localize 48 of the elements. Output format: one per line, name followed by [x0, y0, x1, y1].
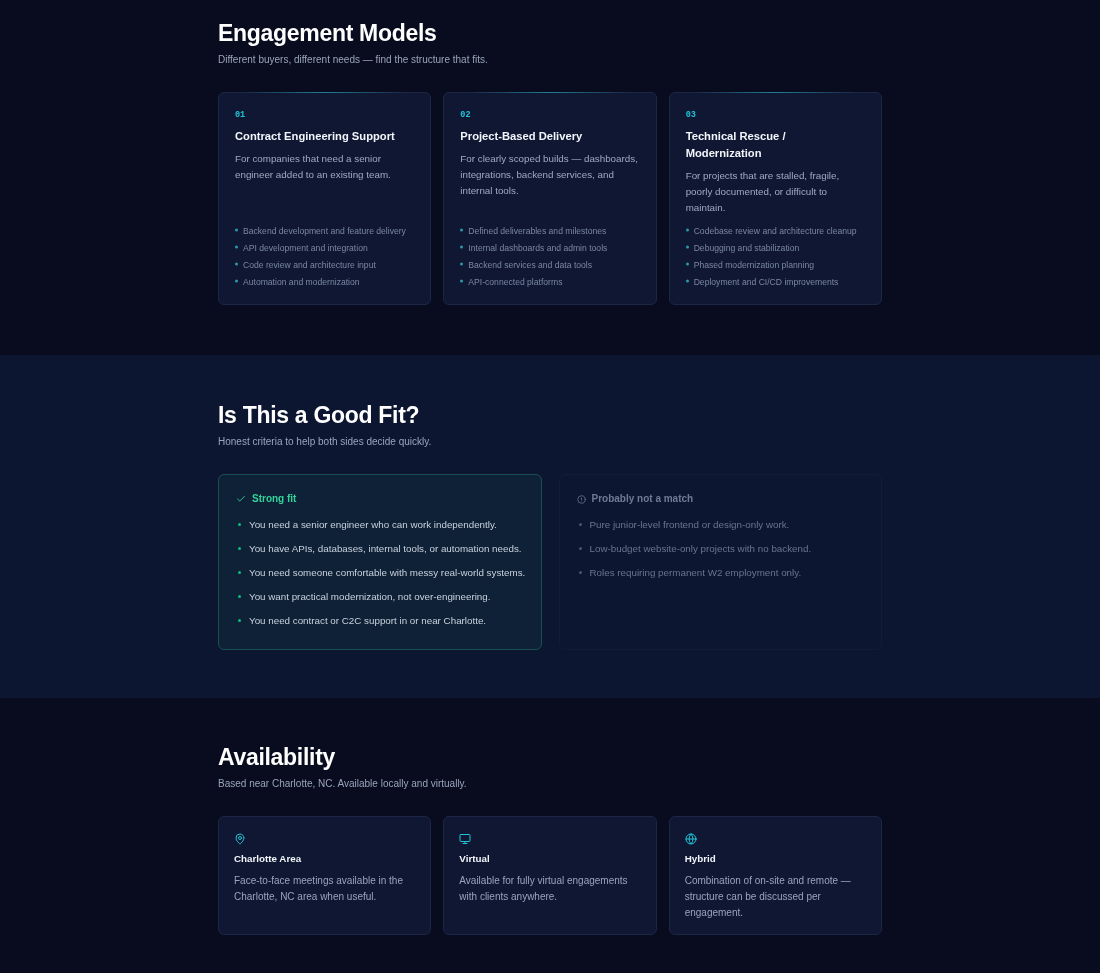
criteria-item: You have APIs, databases, internal tools, or automation needs. [249, 542, 522, 556]
criteria-item: Roles requiring permanent W2 employment only. [589, 566, 802, 580]
criteria-item: You need contract or C2C support in or near Charlotte. [249, 614, 487, 628]
card-number: 03 [685, 109, 696, 121]
card-title: Contract Engineering Support [235, 128, 396, 144]
exclamation-circle-icon [576, 494, 586, 504]
card-number: 02 [460, 109, 471, 121]
section-heading: Is This a Good Fit? [218, 402, 420, 428]
card-description: For projects that are stalled, fragile, poorly documented, or difficult to maintain. [685, 169, 841, 215]
section-subtitle: Based near Charlotte, NC. Available locally and virtually. [218, 778, 467, 790]
card-number: 01 [235, 109, 246, 121]
card-title: Project-Based Delivery [460, 128, 584, 144]
feature-item: Deployment and CI/CD improvements [693, 276, 839, 289]
card-title: Hybrid [684, 852, 716, 866]
card-description: Combination of on-site and remote — structure can be discussed per engagement. [684, 874, 852, 920]
card-description: For companies that need a senior engineer added to an existing team. [235, 152, 392, 182]
criteria-item: Low-budget website-only projects with no backend. [589, 542, 812, 556]
criteria-item: You want practical modernization, not over-engineering. [249, 590, 491, 604]
feature-item: Automation and modernization [243, 276, 360, 289]
feature-item: Internal dashboards and admin tools [468, 242, 608, 255]
card-description: For clearly scoped builds — dashboards, integrations, backend services, and internal tools. [460, 152, 639, 198]
card-description: Available for fully virtual engagements with clients anywhere. [459, 874, 629, 904]
feature-item: API-connected platforms [468, 276, 563, 289]
criteria-item: You need a senior engineer who can work independently. [249, 518, 497, 532]
monitor-icon [459, 833, 472, 845]
feature-item: Codebase review and architecture cleanup [693, 225, 857, 238]
section-subtitle: Honest criteria to help both sides decide quickly. [218, 436, 432, 448]
card-description: Face-to-face meetings available in the Charlotte, NC area when useful. [234, 874, 404, 904]
card-title: Virtual [459, 852, 490, 866]
feature-item: Code review and architecture input [243, 259, 376, 272]
section-heading: Engagement Models [218, 20, 437, 46]
feature-item: Backend development and feature delivery [243, 225, 406, 238]
panel-heading: Probably not a match [591, 492, 694, 506]
criteria-item: You need someone comfortable with messy real-world systems. [249, 566, 526, 580]
section-subtitle: Different buyers, different needs — find the structure that fits. [218, 54, 488, 66]
card-title: Technical Rescue / Modernization [685, 128, 787, 161]
feature-item: API development and integration [243, 242, 368, 255]
card-title: Charlotte Area [234, 852, 302, 866]
feature-item: Debugging and stabilization [693, 242, 800, 255]
panel-heading: Strong fit [252, 492, 297, 506]
globe-icon [684, 833, 697, 845]
criteria-item: Pure junior-level frontend or design-only work. [589, 518, 790, 532]
feature-item: Backend services and data tools [468, 259, 593, 272]
map-pin-icon [234, 833, 246, 845]
check-icon [236, 494, 246, 504]
section-heading: Availability [218, 744, 335, 770]
feature-item: Defined deliverables and milestones [468, 225, 607, 238]
feature-item: Phased modernization planning [693, 259, 815, 272]
